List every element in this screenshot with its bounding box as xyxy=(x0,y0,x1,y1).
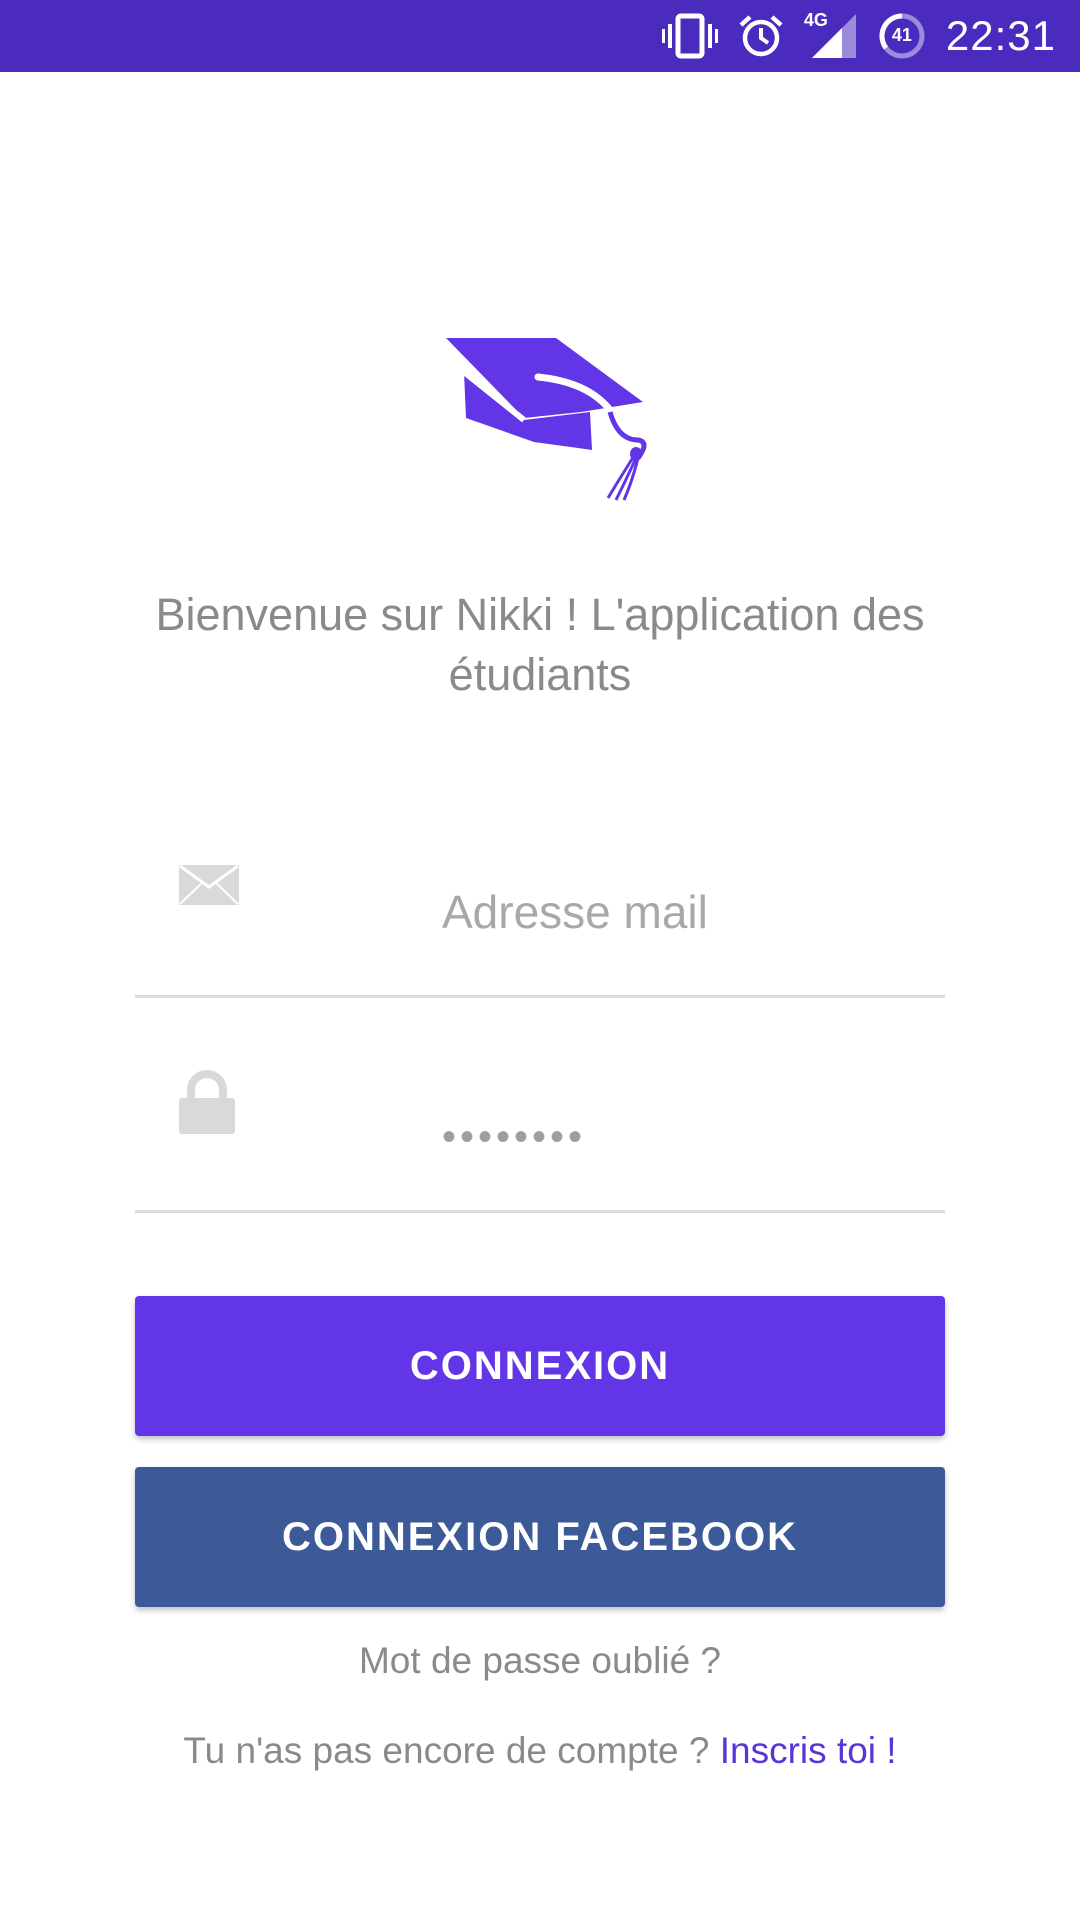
battery-icon: 41 xyxy=(878,12,926,60)
connect-button[interactable]: CONNEXION xyxy=(135,1296,945,1436)
status-icons: 4G 41 22:31 xyxy=(661,0,1056,72)
forgot-password-link[interactable]: Mot de passe oublié ? xyxy=(0,1640,1080,1682)
battery-level: 41 xyxy=(891,25,912,45)
status-bar: 4G 41 22:31 xyxy=(0,0,1080,72)
lock-icon xyxy=(179,1070,235,1134)
envelope-icon xyxy=(179,865,239,905)
welcome-text: Bienvenue sur Nikki ! L'application des … xyxy=(155,589,925,700)
signup-prompt: Tu n'as pas encore de compte ? xyxy=(183,1730,710,1771)
signup-row: Tu n'as pas encore de compte ? Inscris t… xyxy=(0,1730,1080,1772)
signup-link[interactable]: Inscris toi ! xyxy=(720,1730,897,1771)
password-input[interactable] xyxy=(442,1092,902,1182)
alarm-icon xyxy=(739,15,783,57)
password-field[interactable] xyxy=(135,1070,945,1213)
email-field[interactable] xyxy=(135,865,945,998)
email-input[interactable] xyxy=(442,867,902,957)
network-label: 4G xyxy=(803,10,828,30)
vibrate-icon xyxy=(661,13,718,59)
graduation-cap-icon xyxy=(446,338,647,501)
signal-4g-icon: 4G xyxy=(803,10,858,60)
status-time: 22:31 xyxy=(945,12,1056,59)
facebook-connect-button[interactable]: CONNEXION FACEBOOK xyxy=(135,1467,945,1607)
